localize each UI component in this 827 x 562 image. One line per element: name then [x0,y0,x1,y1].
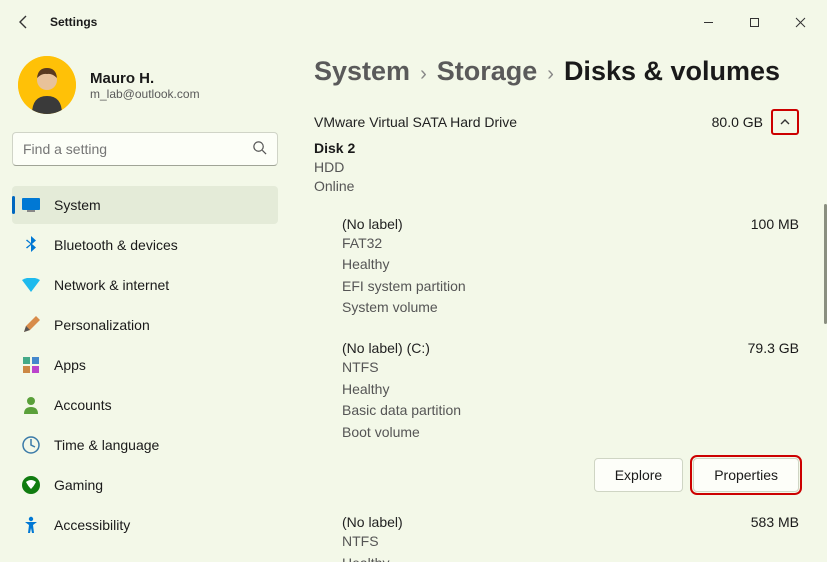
disk-header: VMware Virtual SATA Hard Drive 80.0 GB [314,109,799,135]
volume-size: 583 MB [751,514,799,530]
sidebar-item-label: Network & internet [54,277,169,293]
titlebar: Settings [0,0,827,44]
volume-partition: Basic data partition [342,401,799,421]
accounts-icon [22,396,40,414]
sidebar-item-gaming[interactable]: Gaming [12,466,278,504]
personalization-icon [22,316,40,334]
scrollbar[interactable] [821,44,827,562]
breadcrumb-system[interactable]: System [314,56,410,87]
explore-button[interactable]: Explore [594,458,683,492]
close-icon [795,17,806,28]
volume-role: System volume [342,298,799,318]
maximize-icon [749,17,760,28]
sidebar-item-label: Gaming [54,477,103,493]
volume-item[interactable]: (No label) (C:) 79.3 GB NTFS Healthy Bas… [342,340,799,492]
user-email: m_lab@outlook.com [90,87,200,101]
bluetooth-icon [22,236,40,254]
properties-button[interactable]: Properties [693,458,799,492]
sidebar-item-label: Apps [54,357,86,373]
sidebar-item-apps[interactable]: Apps [12,346,278,384]
maximize-button[interactable] [731,6,777,38]
volume-health: Healthy [342,554,799,562]
sidebar-item-label: System [54,197,101,213]
disk-name: Disk 2 [314,139,799,158]
chevron-right-icon: › [420,63,427,86]
volumes-list: (No label) 100 MB FAT32 Healthy EFI syst… [314,216,799,562]
minimize-icon [703,17,714,28]
user-name: Mauro H. [90,70,200,87]
sidebar-item-personalization[interactable]: Personalization [12,306,278,344]
breadcrumb: System › Storage › Disks & volumes [314,56,799,87]
disk-status: Online [314,177,799,196]
collapse-button[interactable] [771,109,799,135]
apps-icon [22,356,40,374]
nav: System Bluetooth & devices Network & int… [12,186,278,544]
disk-size: 80.0 GB [712,114,763,130]
breadcrumb-storage[interactable]: Storage [437,56,538,87]
disk-title: VMware Virtual SATA Hard Drive [314,114,517,130]
network-icon [22,276,40,294]
arrow-left-icon [16,14,32,30]
volume-partition: EFI system partition [342,277,799,297]
volume-label: (No label) [342,514,403,530]
volume-actions: Explore Properties [342,458,799,492]
volume-item[interactable]: (No label) 100 MB FAT32 Healthy EFI syst… [342,216,799,318]
time-language-icon [22,436,40,454]
sidebar-item-time-language[interactable]: Time & language [12,426,278,464]
sidebar-item-accounts[interactable]: Accounts [12,386,278,424]
accessibility-icon [22,516,40,534]
volume-fs: NTFS [342,358,799,378]
volume-item[interactable]: (No label) 583 MB NTFS Healthy Microsoft… [342,514,799,562]
sidebar-item-bluetooth[interactable]: Bluetooth & devices [12,226,278,264]
user-header[interactable]: Mauro H. m_lab@outlook.com [12,48,278,132]
search-box[interactable] [12,132,278,166]
volume-label: (No label) (C:) [342,340,430,356]
minimize-button[interactable] [685,6,731,38]
search-input[interactable] [23,141,252,157]
chevron-right-icon: › [547,63,554,86]
window-controls [685,6,823,38]
volume-health: Healthy [342,255,799,275]
gaming-icon [22,476,40,494]
sidebar-item-label: Time & language [54,437,159,453]
sidebar: Mauro H. m_lab@outlook.com System Blue [0,44,290,562]
page-title: Disks & volumes [564,56,780,87]
window-title: Settings [50,15,97,29]
volume-fs: NTFS [342,532,799,552]
sidebar-item-network[interactable]: Network & internet [12,266,278,304]
volume-role: Boot volume [342,423,799,443]
avatar [18,56,76,114]
volume-health: Healthy [342,380,799,400]
sidebar-item-system[interactable]: System [12,186,278,224]
sidebar-item-label: Accessibility [54,517,130,533]
sidebar-item-label: Personalization [54,317,150,333]
volume-fs: FAT32 [342,234,799,254]
search-icon [252,140,267,158]
disk-type: HDD [314,158,799,177]
chevron-up-icon [779,116,791,128]
back-button[interactable] [4,2,44,42]
volume-size: 100 MB [751,216,799,232]
volume-size: 79.3 GB [748,340,799,356]
sidebar-item-label: Accounts [54,397,112,413]
content: System › Storage › Disks & volumes VMwar… [290,44,827,562]
volume-label: (No label) [342,216,403,232]
system-icon [22,196,40,214]
sidebar-item-label: Bluetooth & devices [54,237,178,253]
sidebar-item-accessibility[interactable]: Accessibility [12,506,278,544]
close-button[interactable] [777,6,823,38]
